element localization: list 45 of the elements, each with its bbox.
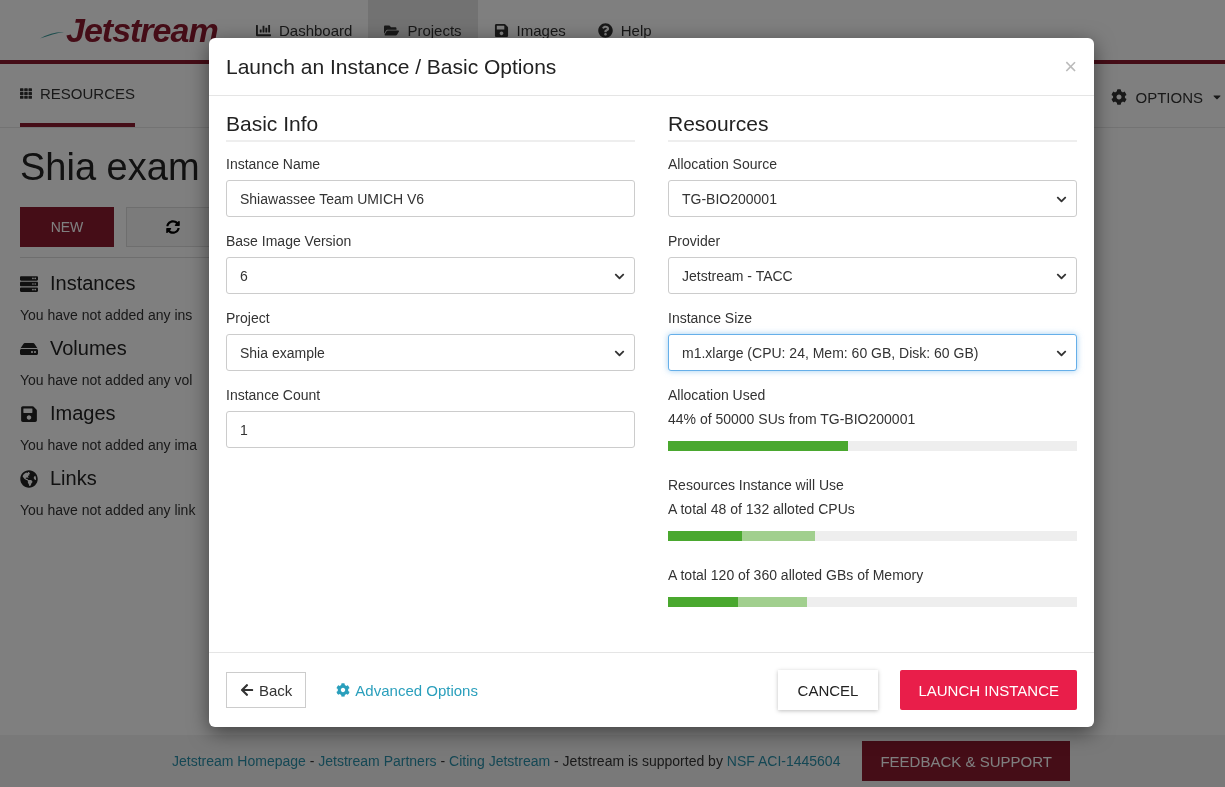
usage-text: 44% of 50000 SUs from TG-BIO200001 [668, 411, 917, 427]
empty-message: You have not added any link [20, 502, 196, 518]
logo: Jetstream [66, 10, 218, 50]
field-label: Project [226, 310, 271, 326]
field-label: Allocation Used [668, 387, 767, 403]
field-label: Base Image Version [226, 233, 353, 249]
text-field[interactable]: 1 [226, 411, 635, 448]
empty-message: You have not added any ins [20, 307, 193, 323]
tab[interactable]: RESOURCES [20, 67, 135, 127]
section-heading: Resources [668, 112, 1077, 142]
dropdown-field[interactable]: TG-BIO200001 [668, 180, 1077, 217]
section-title: Links [50, 467, 97, 490]
usage-text: A total 48 of 132 alloted CPUs [668, 501, 856, 517]
footer-link[interactable]: Citing Jetstream [449, 753, 551, 769]
dropdown-field[interactable]: 6 [226, 257, 635, 294]
empty-message: You have not added any ima [20, 437, 197, 453]
page-title: Shia exam [20, 146, 200, 189]
dropdown-field[interactable]: Jetstream - TACC [668, 257, 1077, 294]
cancel-button[interactable]: CANCEL [777, 670, 879, 710]
section-heading: Basic Info [226, 112, 635, 142]
launch-button[interactable]: LAUNCH INSTANCE [900, 670, 1077, 710]
field-label: Allocation Source [668, 156, 778, 172]
usage-text: A total 120 of 360 alloted GBs of Memory [668, 567, 925, 583]
section-title: Instances [50, 272, 136, 295]
nav-item[interactable]: Help [581, 0, 668, 60]
back-button[interactable]: Back [226, 672, 307, 708]
feedback-button[interactable]: FEEDBACK & SUPPORT [862, 741, 1070, 781]
footer-link[interactable]: Jetstream Partners [318, 753, 437, 769]
dropdown-field[interactable]: Shia example [226, 334, 635, 371]
section-title: Volumes [50, 337, 127, 360]
new-button[interactable]: NEW [20, 207, 114, 247]
field-label: Instance Size [668, 310, 754, 326]
text-field[interactable]: Shiawassee Team UMICH V6 [226, 180, 635, 217]
empty-message: You have not added any vol [20, 372, 193, 388]
field-label: Instance Name [226, 156, 322, 172]
footer-text: Jetstream Homepage - Jetstream Partners - Citing Jetstream - Jetstream is supported by NSF ACI-1445604 [172, 753, 841, 769]
field-label: Provider [668, 233, 722, 249]
footer-link[interactable]: Jetstream Homepage [172, 753, 306, 769]
dropdown-field[interactable]: m1.xlarge (CPU: 24, Mem: 60 GB, Disk: 60 GB) [668, 334, 1077, 371]
options-menu[interactable]: OPTIONS [1111, 67, 1225, 127]
field-label: Instance Count [226, 387, 322, 403]
advanced-options-link[interactable]: Advanced Options [336, 681, 478, 699]
section-title: Images [50, 402, 116, 425]
field-label: Resources Instance will Use [668, 477, 845, 493]
footer-link[interactable]: NSF ACI-1445604 [726, 753, 841, 769]
